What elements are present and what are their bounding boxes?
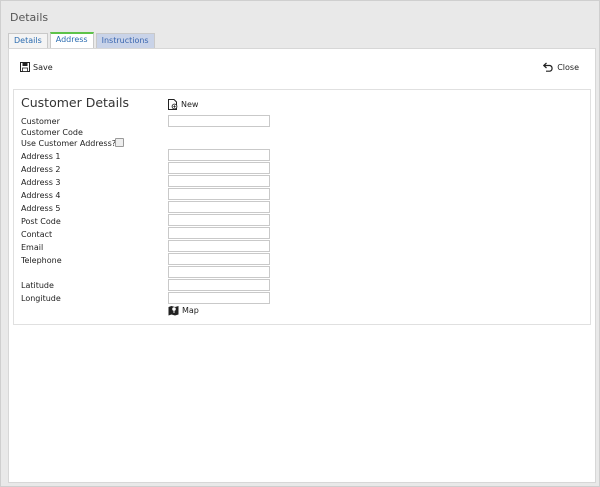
new-button[interactable]: New xyxy=(168,99,198,110)
email-label: Email xyxy=(21,243,44,252)
save-icon xyxy=(20,62,30,72)
latitude-input[interactable] xyxy=(168,279,270,291)
address5-input[interactable] xyxy=(168,201,270,213)
telephone-label: Telephone xyxy=(21,256,62,265)
save-button[interactable]: Save xyxy=(20,62,53,72)
address4-label: Address 4 xyxy=(21,191,61,200)
map-button[interactable]: Map xyxy=(168,305,199,316)
new-label: New xyxy=(181,100,199,109)
customer-code-label: Customer Code xyxy=(21,128,83,137)
use-customer-address-label: Use Customer Address? xyxy=(21,139,116,148)
new-document-icon xyxy=(168,99,178,110)
use-customer-address-checkbox[interactable] xyxy=(115,138,124,147)
address1-label: Address 1 xyxy=(21,152,61,161)
address5-label: Address 5 xyxy=(21,204,61,213)
address3-label: Address 3 xyxy=(21,178,61,187)
tab-details[interactable]: Details xyxy=(8,33,48,48)
map-label: Map xyxy=(182,306,199,315)
save-label: Save xyxy=(33,62,53,72)
address3-input[interactable] xyxy=(168,175,270,187)
address1-input[interactable] xyxy=(168,149,270,161)
post-code-label: Post Code xyxy=(21,217,61,226)
window-title: Details xyxy=(10,11,49,24)
close-button[interactable]: Close xyxy=(543,62,579,72)
tab-bar: Details Address Instructions xyxy=(8,32,157,48)
customer-label: Customer xyxy=(21,117,60,126)
longitude-input[interactable] xyxy=(168,292,270,304)
address2-input[interactable] xyxy=(168,162,270,174)
latitude-label: Latitude xyxy=(21,281,54,290)
extra-input[interactable] xyxy=(168,266,270,278)
longitude-label: Longitude xyxy=(21,294,61,303)
customer-input[interactable] xyxy=(168,115,270,127)
undo-arrow-icon xyxy=(543,62,553,72)
customer-details-section: Customer Details New Customer Customer C… xyxy=(13,89,591,325)
contact-input[interactable] xyxy=(168,227,270,239)
tab-address[interactable]: Address xyxy=(49,32,94,48)
contact-label: Contact xyxy=(21,230,53,239)
post-code-input[interactable] xyxy=(168,214,270,226)
close-label: Close xyxy=(557,62,579,72)
address-panel: Save Close Customer Details New Customer xyxy=(8,48,596,483)
map-pin-icon xyxy=(168,306,179,316)
section-title: Customer Details xyxy=(21,95,130,110)
address4-input[interactable] xyxy=(168,188,270,200)
address2-label: Address 2 xyxy=(21,165,61,174)
telephone-input[interactable] xyxy=(168,253,270,265)
email-input[interactable] xyxy=(168,240,270,252)
tab-instructions[interactable]: Instructions xyxy=(95,33,155,48)
details-window: Details Details Address Instructions Sav… xyxy=(0,0,600,487)
